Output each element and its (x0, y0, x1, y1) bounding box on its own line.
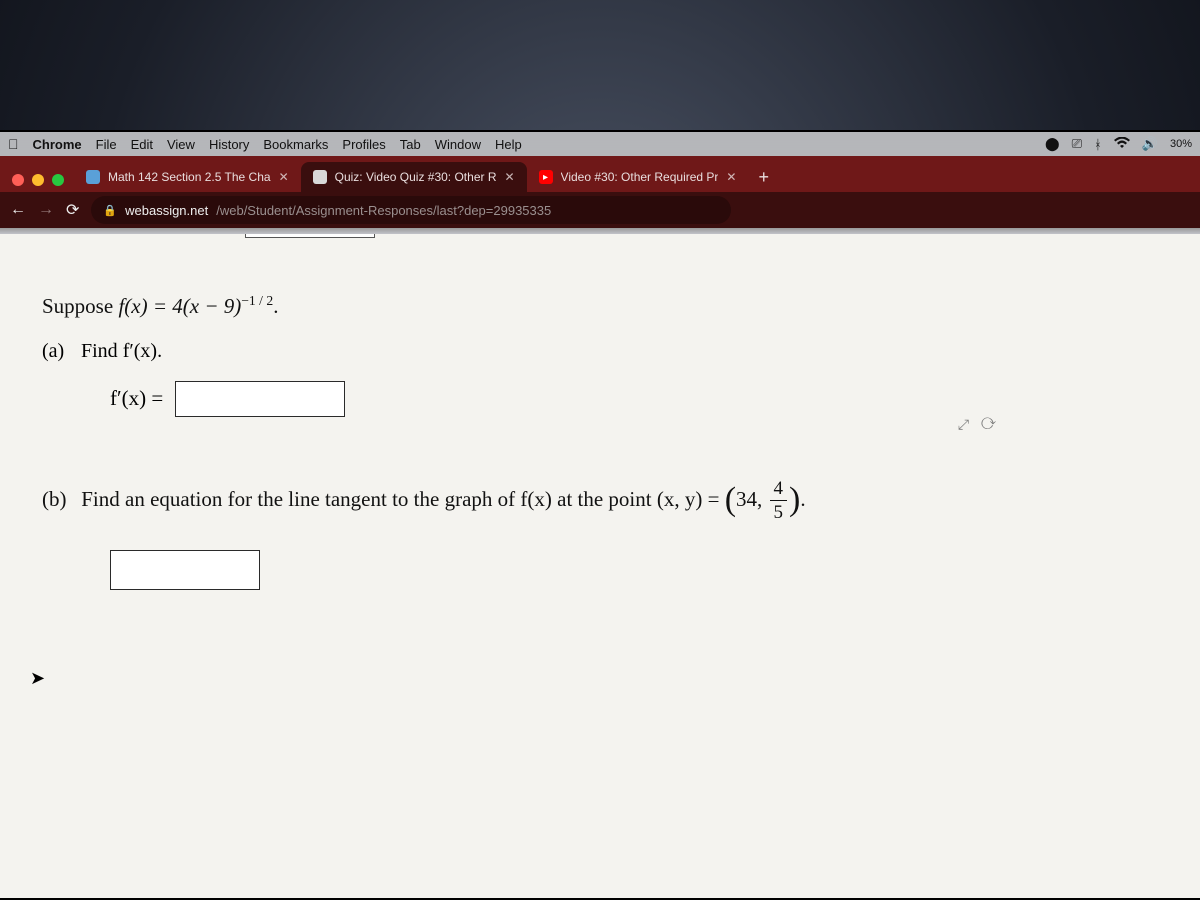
part-a-answer-row: f′(x) = (110, 381, 1158, 417)
point-x: 34 (736, 487, 757, 511)
part-a-lhs: f′(x) = (110, 386, 163, 411)
part-b: (b) Find an equation for the line tangen… (42, 477, 1158, 596)
window-close-button[interactable] (12, 174, 24, 186)
tab-close-icon[interactable]: ✕ (279, 170, 289, 184)
screen-mirror-icon[interactable]: ⎚ (1072, 136, 1082, 152)
part-b-xy: (x, y) (657, 487, 703, 511)
wifi-icon[interactable] (1114, 137, 1130, 152)
tab-favicon-icon: ▸ (539, 170, 553, 184)
function-def: f(x) = 4(x − 9) (118, 294, 241, 318)
menu-tab[interactable]: Tab (400, 137, 421, 152)
window-zoom-button[interactable] (52, 174, 64, 186)
tab-close-icon[interactable]: ✕ (726, 170, 736, 184)
tab-favicon-icon (86, 170, 100, 184)
tab-close-icon[interactable]: ✕ (504, 170, 514, 184)
menu-edit[interactable]: Edit (131, 137, 153, 152)
menu-window[interactable]: Window (435, 137, 481, 152)
desktop:  Chrome File Edit View History Bookmark… (0, 130, 1200, 900)
point-y-fraction: 45 (770, 479, 788, 522)
prev-answer-box-partial[interactable] (245, 234, 375, 238)
question-stem: Suppose f(x) = 4(x − 9)−1 / 2. (42, 288, 1158, 326)
new-tab-button[interactable]: + (748, 167, 779, 192)
tab-title: Video #30: Other Required Pr (561, 170, 719, 184)
mouse-cursor-icon: ➤ (30, 668, 45, 689)
menu-file[interactable]: File (96, 137, 117, 152)
tab-favicon-icon (313, 170, 327, 184)
menu-bookmarks[interactable]: Bookmarks (263, 137, 328, 152)
bluetooth-icon[interactable]: ᚼ (1094, 137, 1102, 152)
url-host: webassign.net (125, 203, 208, 218)
left-paren-icon: ( (725, 481, 736, 518)
menu-history[interactable]: History (209, 137, 249, 152)
battery-percent[interactable]: 30% (1170, 138, 1192, 150)
address-bar[interactable]: 🔒 webassign.net/web/Student/Assignment-R… (91, 196, 731, 224)
tab-title: Quiz: Video Quiz #30: Other R (335, 170, 497, 184)
macos-menubar:  Chrome File Edit View History Bookmark… (0, 132, 1200, 156)
part-b-suffix: . (800, 487, 805, 511)
stem-suffix: . (273, 294, 278, 318)
tab-math142[interactable]: Math 142 Section 2.5 The Cha ✕ (74, 162, 301, 192)
menu-help[interactable]: Help (495, 137, 522, 152)
question-toolbar-icons[interactable]: ⤢ ⟳ (958, 416, 1000, 433)
tab-title: Math 142 Section 2.5 The Cha (108, 170, 271, 184)
menubar-status: ⬤ ⎚ ᚼ 🔊 30% (1045, 136, 1192, 152)
menu-view[interactable]: View (167, 137, 195, 152)
apple-menu-icon[interactable]:  (8, 136, 19, 152)
part-a-label: (a) (42, 340, 76, 363)
part-a: (a) Find f′(x). (42, 340, 1158, 363)
volume-icon[interactable]: 🔊 (1142, 136, 1158, 152)
back-button[interactable]: ← (10, 201, 26, 219)
tab-video[interactable]: ▸ Video #30: Other Required Pr ✕ (527, 162, 749, 192)
reload-button[interactable]: ⟳ (66, 200, 79, 220)
chrome-tabstrip: Math 142 Section 2.5 The Cha ✕ Quiz: Vid… (0, 156, 1200, 192)
stem-prefix: Suppose (42, 294, 118, 318)
frac-numerator: 4 (770, 479, 788, 501)
tab-quiz[interactable]: Quiz: Video Quiz #30: Other R ✕ (301, 162, 527, 192)
active-app-name[interactable]: Chrome (33, 137, 82, 152)
right-paren-icon: ) (789, 481, 800, 518)
site-lock-icon[interactable]: 🔒 (103, 204, 117, 217)
part-b-fx: f(x) (520, 487, 551, 511)
forward-button[interactable]: → (38, 201, 54, 219)
assignment-card: Suppose f(x) = 4(x − 9)−1 / 2. (a) Find … (0, 234, 1200, 898)
window-minimize-button[interactable] (32, 174, 44, 186)
part-b-text-2: at the point (552, 487, 657, 511)
window-traffic-lights (6, 174, 74, 192)
status-dot-icon[interactable]: ⬤ (1045, 136, 1060, 152)
part-a-text: Find f′(x). (81, 340, 162, 362)
part-b-answer-input[interactable] (110, 550, 260, 590)
frac-denominator: 5 (770, 501, 788, 522)
part-b-text-3: = (702, 487, 724, 511)
page-viewport: Suppose f(x) = 4(x − 9)−1 / 2. (a) Find … (0, 228, 1200, 898)
part-b-row: (b) Find an equation for the line tangen… (42, 477, 1158, 523)
chrome-toolbar: ← → ⟳ 🔒 webassign.net/web/Student/Assign… (0, 192, 1200, 228)
part-b-text-1: Find an equation for the line tangent to… (81, 487, 520, 511)
part-b-label: (b) (42, 487, 76, 512)
url-path: /web/Student/Assignment-Responses/last?d… (216, 203, 551, 218)
menu-profiles[interactable]: Profiles (342, 137, 385, 152)
chrome-window: Math 142 Section 2.5 The Cha ✕ Quiz: Vid… (0, 156, 1200, 898)
part-a-answer-input[interactable] (175, 381, 345, 417)
part-b-answer-row (110, 550, 1158, 595)
exponent: −1 / 2 (241, 293, 273, 308)
